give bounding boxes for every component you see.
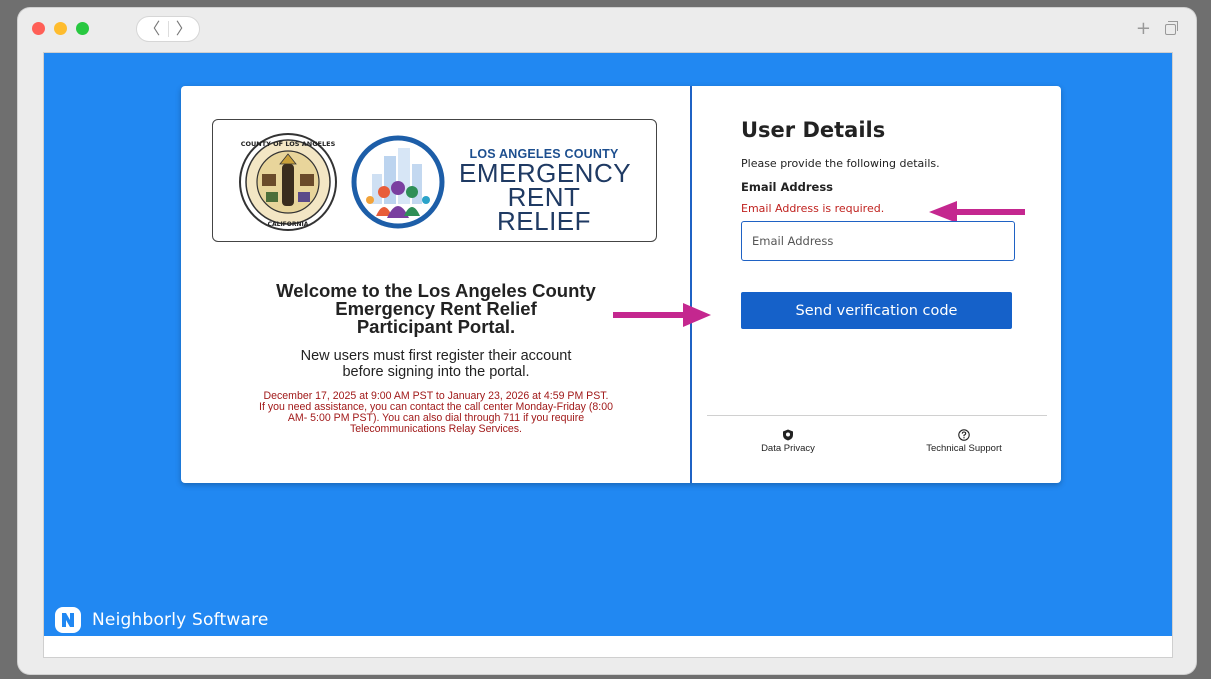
page-background: COUNTY OF LOS ANGELES CALIFORNIA LOS ANG… — [44, 53, 1172, 636]
email-label: Email Address — [741, 180, 834, 194]
maximize-window-button[interactable] — [76, 22, 89, 35]
program-line2: RENT RELIEF — [496, 182, 592, 236]
close-window-button[interactable] — [32, 22, 45, 35]
send-verification-code-button[interactable]: Send verification code — [741, 292, 1012, 329]
notice-line: Telecommunications Relay Services. — [350, 423, 522, 435]
forward-button[interactable]: 〉 — [169, 17, 200, 41]
login-card: COUNTY OF LOS ANGELES CALIFORNIA LOS ANG… — [181, 86, 1061, 483]
email-error-message: Email Address is required. — [741, 202, 885, 215]
schedule-notice: December 17, 2025 at 9:00 AM PST to Janu… — [220, 391, 652, 435]
footer-divider — [707, 415, 1047, 416]
shield-icon — [783, 429, 793, 441]
welcome-heading: Welcome to the Los Angeles County Emerge… — [221, 281, 651, 337]
vendor-name: Neighborly Software — [92, 610, 269, 630]
form-title: User Details — [741, 118, 886, 142]
technical-support-label: Technical Support — [926, 443, 1002, 454]
back-button[interactable]: 〈 — [137, 17, 168, 41]
new-tab-icon[interactable]: + — [1136, 18, 1151, 39]
data-privacy-link[interactable]: Data Privacy — [733, 429, 843, 454]
county-seal-icon: COUNTY OF LOS ANGELES CALIFORNIA — [239, 133, 337, 231]
minimize-window-button[interactable] — [54, 22, 67, 35]
page-viewport: COUNTY OF LOS ANGELES CALIFORNIA LOS ANG… — [43, 52, 1173, 658]
register-message: New users must first register their acco… — [221, 348, 651, 380]
form-subtitle: Please provide the following details. — [741, 157, 940, 170]
card-divider — [690, 86, 692, 483]
window-actions: + — [1136, 18, 1178, 39]
neighborly-logo-icon — [55, 607, 81, 633]
history-nav: 〈 〉 — [136, 16, 200, 42]
welcome-line: Participant Portal. — [356, 316, 516, 337]
data-privacy-label: Data Privacy — [761, 443, 815, 454]
email-input[interactable] — [741, 221, 1015, 261]
annotation-arrow-right-icon — [613, 303, 711, 327]
register-line: New users must first register their acco… — [300, 348, 572, 364]
vendor-brand: Neighborly Software — [54, 606, 269, 634]
tab-overview-icon[interactable] — [1165, 21, 1178, 35]
help-circle-icon — [958, 429, 970, 441]
register-line: before signing into the portal. — [342, 364, 530, 380]
program-logo: COUNTY OF LOS ANGELES CALIFORNIA LOS ANG… — [212, 119, 657, 242]
program-name: LOS ANGELES COUNTY EMERGENCY RENT RELIEF — [459, 147, 631, 236]
seal-bottom-text: CALIFORNIA — [268, 221, 309, 228]
seal-top-text: COUNTY OF LOS ANGELES — [241, 140, 336, 148]
window-controls — [32, 22, 89, 35]
technical-support-link[interactable]: Technical Support — [909, 429, 1019, 454]
browser-window: 〈 〉 + COUNTY OF LOS ANGELES CALIFORNIA L… — [18, 8, 1196, 674]
rent-relief-mark-icon — [351, 135, 445, 229]
